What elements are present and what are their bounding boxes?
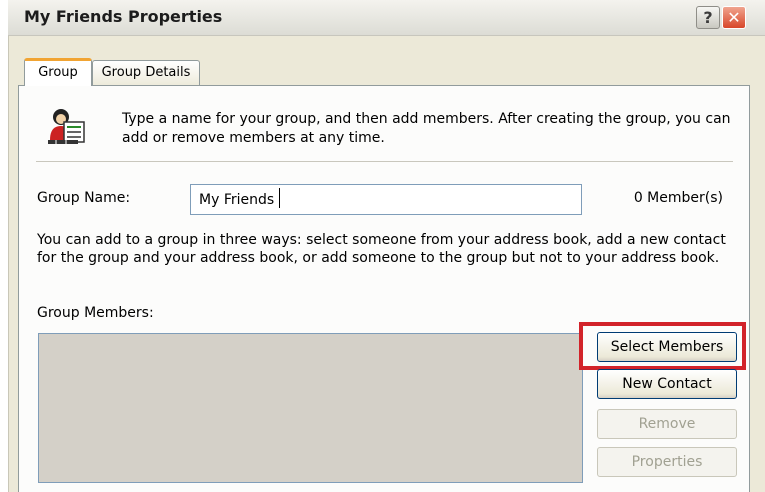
- group-members-label: Group Members:: [37, 305, 154, 321]
- tab-group[interactable]: Group: [24, 58, 92, 86]
- new-contact-button[interactable]: New Contact: [597, 369, 737, 399]
- group-members-list[interactable]: [38, 333, 583, 483]
- separator: [36, 161, 733, 162]
- close-button[interactable]: ✕: [722, 6, 746, 29]
- properties-button[interactable]: Properties: [597, 447, 737, 477]
- intro-text: Type a name for your group, and then add…: [122, 111, 731, 146]
- title-bar: My Friends Properties ? ✕: [8, 0, 765, 36]
- group-name-input[interactable]: [190, 184, 582, 215]
- group-name-label: Group Name:: [37, 190, 131, 206]
- select-members-button[interactable]: Select Members: [597, 332, 737, 362]
- window-title: My Friends Properties: [24, 7, 223, 26]
- group-people-icon: [48, 109, 85, 144]
- tab-group-details[interactable]: Group Details: [92, 60, 200, 87]
- member-count: 0 Member(s): [633, 190, 723, 206]
- help-paragraph: You can add to a group in three ways: se…: [37, 232, 726, 266]
- text-caret: [279, 188, 280, 208]
- remove-button[interactable]: Remove: [597, 409, 737, 439]
- help-button[interactable]: ?: [696, 6, 720, 29]
